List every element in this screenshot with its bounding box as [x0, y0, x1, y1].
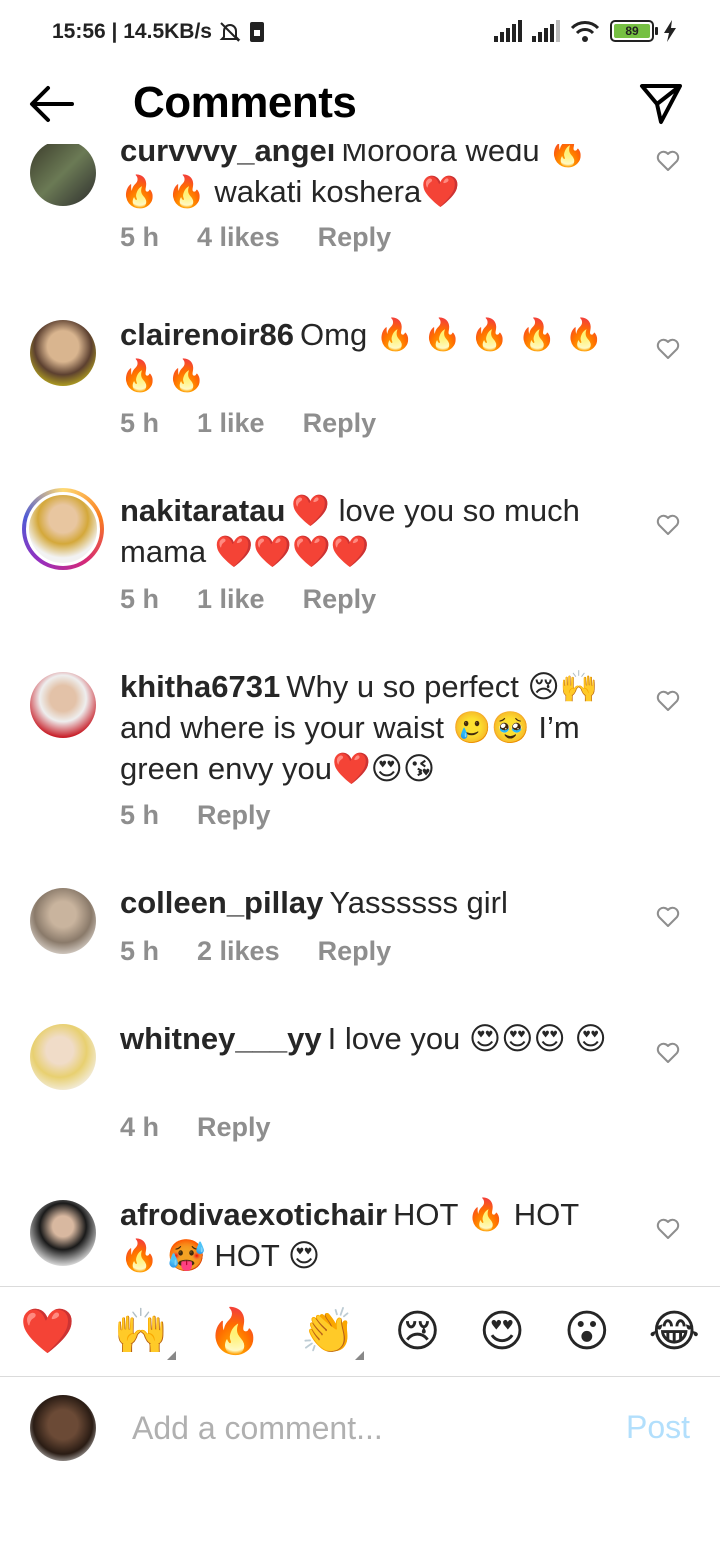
comment-body: curvvvy_angel Moroora wedu 🔥🔥 🔥 wakati ko…: [120, 144, 620, 212]
status-time: 15:56 | 14.5KB/s: [52, 20, 212, 43]
skin-tone-indicator-icon: [167, 1350, 177, 1360]
comment-time: 5 h: [120, 800, 160, 830]
like-heart-icon[interactable]: [656, 1218, 680, 1240]
comment-time: 5 h: [120, 222, 160, 252]
comment-body: afrodivaexotichair HOT 🔥 HOT 🔥 🥵 HOT 😍: [120, 1194, 620, 1276]
page-title: Comments: [133, 78, 357, 127]
comment-body: clairenoir86 Omg 🔥 🔥 🔥 🔥 🔥 🔥 🔥: [120, 314, 620, 396]
comment-username[interactable]: khitha6731: [120, 669, 280, 704]
comment-meta: 5 h 2 likes Reply: [120, 936, 391, 967]
comment-username[interactable]: clairenoir86: [120, 317, 294, 352]
reply-button[interactable]: Reply: [318, 936, 392, 967]
skin-tone-indicator-icon: [354, 1350, 364, 1360]
header: Comments: [0, 66, 720, 144]
avatar[interactable]: [30, 888, 96, 954]
heart-emoji[interactable]: ❤️: [20, 1309, 75, 1354]
fire-emoji[interactable]: 🔥: [207, 1309, 262, 1354]
comment-text: Yassssss girl: [329, 885, 508, 920]
reply-button[interactable]: Reply: [303, 408, 377, 439]
comment-body: khitha6731 Why u so perfect 😢🙌and where i…: [120, 666, 620, 789]
status-left: 15:56 | 14.5KB/s: [52, 20, 266, 44]
avatar[interactable]: [30, 672, 96, 738]
comment-likes[interactable]: 1 like: [197, 408, 265, 439]
mute-bell-icon: [219, 22, 241, 42]
comments-list: curvvvy_angel Moroora wedu 🔥🔥 🔥 wakati ko…: [0, 144, 720, 1286]
raising-hands-emoji[interactable]: 🙌: [114, 1309, 177, 1360]
clapping-hands-emoji[interactable]: 👏: [301, 1309, 364, 1360]
send-direct-icon[interactable]: [638, 80, 684, 126]
post-button[interactable]: Post: [626, 1409, 690, 1446]
charging-icon: [664, 20, 676, 42]
comment-input[interactable]: [132, 1403, 592, 1453]
battery-level: 89: [614, 24, 650, 38]
comment-body: colleen_pillay Yassssss girl: [120, 882, 620, 923]
avatar[interactable]: [30, 144, 96, 206]
comment-text: I love you 😍😍😍 😍: [327, 1021, 607, 1056]
comment-input-bar: Post: [0, 1376, 720, 1480]
avatar[interactable]: [22, 488, 104, 570]
avatar[interactable]: [30, 1200, 96, 1266]
comment-username[interactable]: colleen_pillay: [120, 885, 323, 920]
reply-button[interactable]: Reply: [197, 800, 271, 831]
clapping-hands-emoji-glyph: 👏: [300, 1305, 356, 1357]
back-arrow-icon[interactable]: [28, 84, 74, 124]
signal-icon-2: [532, 20, 560, 42]
comment-likes[interactable]: 2 likes: [197, 936, 280, 967]
comment-username[interactable]: nakitaratau: [120, 493, 285, 528]
reply-button[interactable]: Reply: [303, 584, 377, 615]
battery-icon: 89: [610, 20, 658, 42]
comment-meta: 5 h Reply: [120, 800, 271, 831]
like-heart-icon[interactable]: [656, 150, 680, 172]
avatar-image: [26, 492, 100, 566]
comment-username[interactable]: curvvvy_angel: [120, 144, 335, 168]
comment-time: 5 h: [120, 936, 160, 966]
signal-icon: [494, 20, 522, 42]
comment-meta: 4 h Reply: [120, 1112, 271, 1143]
like-heart-icon[interactable]: [656, 1042, 680, 1064]
open-mouth-face-emoji[interactable]: 😮: [564, 1309, 610, 1354]
wifi-icon: [570, 21, 600, 42]
current-user-avatar: [30, 1395, 96, 1461]
comment-time: 4 h: [120, 1112, 160, 1142]
comment-time: 5 h: [120, 408, 160, 438]
reply-button[interactable]: Reply: [197, 1112, 271, 1143]
comment-likes[interactable]: 4 likes: [197, 222, 280, 253]
avatar[interactable]: [30, 320, 96, 386]
crying-face-emoji[interactable]: 😢: [394, 1309, 440, 1354]
comment-body: nakitaratau ❤️ love you so much mama ❤️❤️…: [120, 490, 620, 572]
comment-body: whitney___yy I love you 😍😍😍 😍: [120, 1018, 620, 1059]
comment-time: 5 h: [120, 584, 160, 614]
comment-meta: 5 h 4 likes Reply: [120, 222, 391, 253]
like-heart-icon[interactable]: [656, 690, 680, 712]
comment-meta: 5 h 1 like Reply: [120, 408, 376, 439]
status-bar: 15:56 | 14.5KB/s 89: [0, 0, 720, 66]
like-heart-icon[interactable]: [656, 514, 680, 536]
heart-eyes-emoji[interactable]: 😍: [479, 1309, 525, 1354]
sim-card-icon: [249, 22, 264, 42]
like-heart-icon[interactable]: [656, 906, 680, 928]
avatar[interactable]: [30, 1024, 96, 1090]
tears-of-joy-emoji[interactable]: 😂: [649, 1309, 700, 1354]
reply-button[interactable]: Reply: [318, 222, 392, 253]
comment-meta: 5 h 1 like Reply: [120, 584, 376, 615]
comment-username[interactable]: afrodivaexotichair: [120, 1197, 387, 1232]
comment-likes[interactable]: 1 like: [197, 584, 265, 615]
status-right: 89: [494, 20, 676, 42]
raising-hands-emoji-glyph: 🙌: [113, 1305, 169, 1357]
emoji-quick-bar: ❤️ 🙌 🔥 👏 😢 😍 😮 😂: [0, 1286, 720, 1376]
comment-username[interactable]: whitney___yy: [120, 1021, 322, 1056]
like-heart-icon[interactable]: [656, 338, 680, 360]
